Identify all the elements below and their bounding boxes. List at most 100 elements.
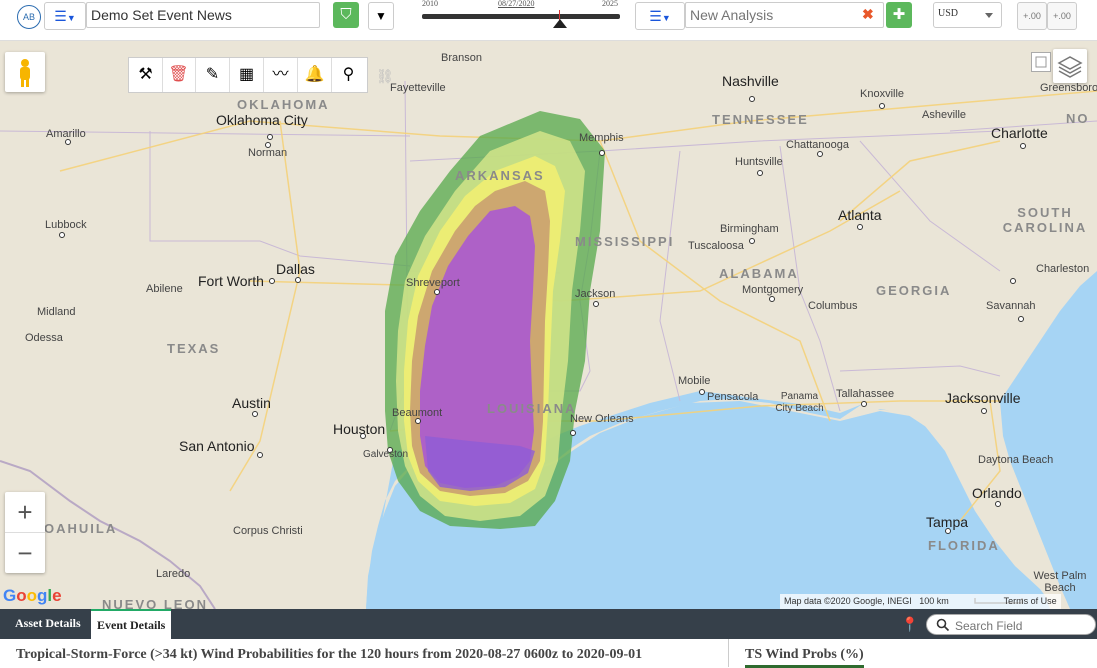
location-shield-icon: ⛉ [340,6,352,23]
city-label: West Palm Beach [1033,570,1087,594]
google-logo: Google [3,586,62,605]
top-toolbar: AB ☰▼ ⛉ ▼ 2010 08/27/2020 2025 ☰▼ ✖ ✚ US… [0,0,1097,41]
state-label: OKLAHOMA [237,97,330,112]
state-label: FLORIDA [928,538,1000,553]
filter-button[interactable]: ▼ [368,2,394,30]
legend-panel-title: TS Wind Probs (%) [745,647,864,668]
city-label: Laredo [156,568,191,580]
panel-divider [728,639,729,667]
city-label: Atlanta [838,207,882,223]
tools-button[interactable]: ⚒ [129,58,163,92]
map-search-button[interactable]: ⚲ [332,58,365,92]
street-view-button[interactable] [5,52,45,92]
state-label: GEORGIA [876,283,952,298]
state-label: ALABAMA [719,266,799,281]
currency-select[interactable]: USD [933,2,1002,28]
city-label: Jacksonville [945,390,1021,406]
city-label: Daytona Beach [978,454,1054,466]
user-avatar[interactable]: AB [17,5,41,29]
city-label: Dallas [276,261,315,277]
pencil-icon: ✎ [205,66,220,83]
city-label: Pensacola [707,391,759,403]
city-label: Midland [37,306,76,318]
city-label: Amarillo [46,128,86,140]
plus-icon: + [17,497,33,527]
list-icon: ☰ [54,8,67,24]
delete-button[interactable]: 🗑 [162,58,196,92]
city-label: Tuscaloosa [688,240,744,252]
draw-button[interactable]: ✎ [196,58,230,92]
city-label: Huntsville [735,156,783,168]
tab-event-details[interactable]: Event Details [91,609,172,639]
state-label: TEXAS [167,341,221,356]
link-icon[interactable]: ⛓ [376,68,394,85]
city-label: Fort Worth [198,273,264,289]
map-tools-toolbar: ⚒ 🗑 ✎ ▦ 〰 🔔 ⚲ [128,57,368,93]
fullscreen-button[interactable] [1031,52,1051,72]
search-icon: ⚲ [342,66,355,83]
filter-icon: ▼ [375,9,387,23]
decrease-decimal-button[interactable]: +.00 [1047,2,1077,30]
city-label: Tampa [926,514,969,530]
layers-button[interactable] [1053,49,1087,83]
currency-value: USD [938,8,959,19]
timeline-handle[interactable] [553,19,567,28]
state-label: ARKANSAS [455,168,545,183]
state-label: MISSISSIPPI [575,234,675,249]
event-details-panel: Tropical-Storm-Force (>34 kt) Wind Proba… [0,639,1097,668]
zoom-control: + − [5,492,45,573]
city-label: Jackson [575,288,616,300]
add-analysis-button[interactable]: ✚ [886,2,912,28]
clear-icon[interactable]: ✖ [862,6,874,23]
caret-down-icon: ▼ [66,13,76,23]
trash-icon: 🗑 [168,66,189,83]
city-label: Memphis [579,132,624,144]
search-input[interactable] [953,616,1095,635]
calculator-button[interactable]: ▦ [230,58,264,92]
city-label: Charlotte [991,125,1048,141]
terms-link[interactable]: Terms of Use [1004,596,1057,606]
timeline-track[interactable] [422,14,620,19]
map-pin-icon[interactable]: 📍 [901,616,918,633]
city-label: New Orleans [570,413,634,425]
city-label: Charleston [1036,263,1090,275]
zoom-out-button[interactable]: − [5,533,45,573]
map-view[interactable]: OKLAHOMA ARKANSAS TENNESSEE MISSISSIPPI … [0,41,1097,609]
city-label: Norman [248,147,288,159]
city-label: Knoxville [860,88,905,100]
city-label: Nashville [722,73,779,89]
timeline-slider[interactable]: 2010 08/27/2020 2025 [420,0,622,30]
timeline-start: 2010 [422,0,438,8]
calculator-icon: ▦ [238,66,255,83]
city-label: Tallahassee [836,388,895,400]
event-name-input[interactable] [86,2,320,28]
event-description-title: Tropical-Storm-Force (>34 kt) Wind Proba… [16,647,643,662]
search-field[interactable] [926,614,1096,635]
analysis-list-button[interactable]: ☰▼ [635,2,685,30]
layers-icon [1057,56,1083,78]
event-list-button[interactable]: ☰▼ [44,2,86,30]
plus-icon: ✚ [892,6,906,23]
search-icon [936,618,950,632]
chart-button[interactable]: 〰 [264,58,298,92]
line-chart-icon: 〰 [272,66,289,83]
city-label: Asheville [922,109,967,121]
apply-event-button[interactable]: ⛉ [333,2,359,28]
pegman-icon [20,59,30,87]
timeline-current: 08/27/2020 [498,0,535,8]
city-label: Chattanooga [786,139,849,151]
increase-decimal-button[interactable]: +.00 [1017,2,1047,30]
zoom-in-button[interactable]: + [5,492,45,533]
city-label: Fayetteville [390,82,446,94]
city-label: Greensboro [1040,82,1097,94]
alert-button[interactable]: 🔔 [298,58,332,92]
bell-icon: 🔔 [304,66,325,83]
map-attribution: Map data ©2020 Google, INEGI 100 km Term… [780,594,1061,609]
city-label: Savannah [986,300,1036,312]
city-label: Corpus Christi [233,525,303,537]
timeline-end: 2025 [602,0,618,8]
list-icon: ☰ [649,8,662,24]
tab-asset-details[interactable]: Asset Details [9,609,87,639]
analysis-input[interactable] [685,2,884,28]
details-tab-bar: Asset Details Event Details 📍 [0,609,1097,639]
